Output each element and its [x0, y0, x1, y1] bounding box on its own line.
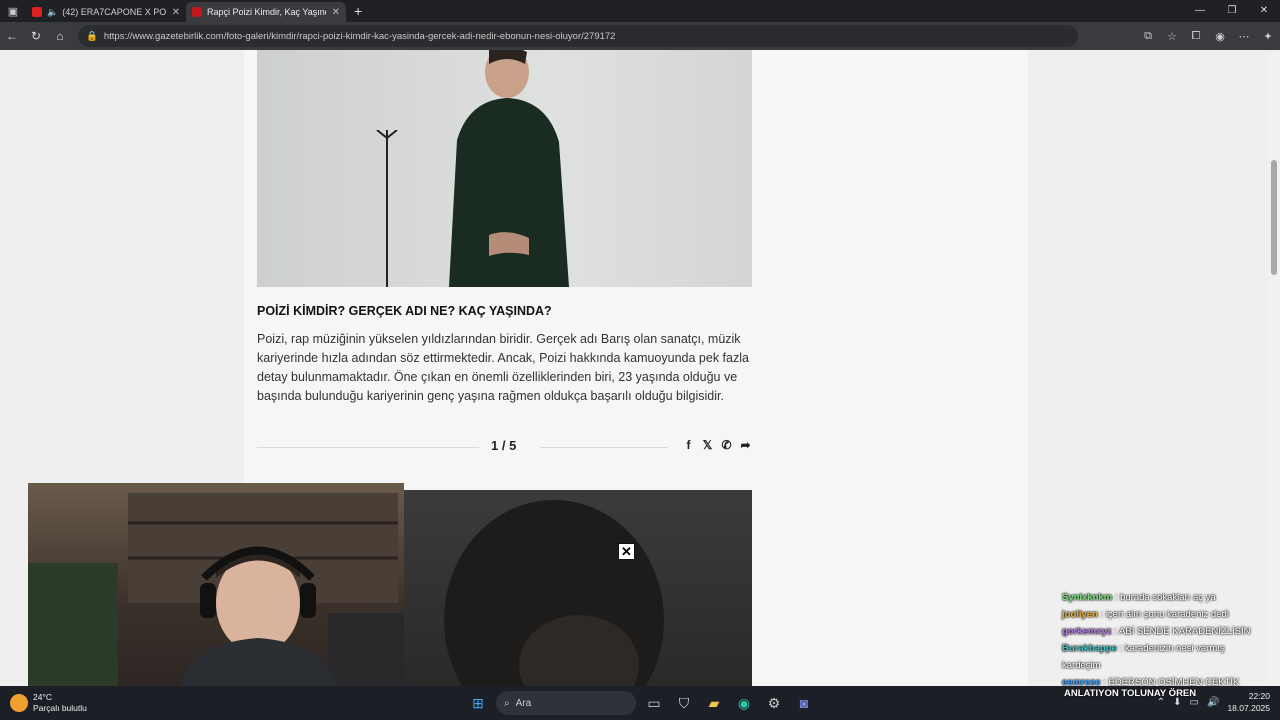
- weather-text: 24°C Parçalı bulutlu: [33, 692, 87, 714]
- copilot-icon[interactable]: ✦: [1256, 30, 1280, 43]
- dark-portrait-shape: [444, 500, 664, 686]
- weather-widget[interactable]: 24°C Parçalı bulutlu: [10, 692, 87, 714]
- close-tab-icon[interactable]: ✕: [332, 7, 340, 18]
- refresh-icon[interactable]: ↻: [24, 29, 48, 43]
- weather-desc: Parçalı bulutlu: [33, 703, 87, 713]
- store-icon[interactable]: ⛉: [672, 691, 696, 715]
- tab-title: Rapçi Poizi Kimdir, Kaç Yaşında, G: [207, 7, 326, 17]
- more-menu-icon[interactable]: ⋯: [1232, 30, 1256, 43]
- collections-icon[interactable]: ⧠: [1184, 30, 1208, 43]
- taskbar-search[interactable]: ⌕ Ara: [496, 691, 636, 715]
- article-headline: POİZİ KİMDİR? GERÇEK ADI NE? KAÇ YAŞINDA…: [257, 304, 552, 318]
- restore-icon[interactable]: ❐: [1216, 0, 1248, 22]
- chat-message: Synixknkm : burada sokakları aç ya: [1062, 589, 1252, 606]
- divider-left: [257, 447, 479, 448]
- audio-playing-icon[interactable]: 🔈: [47, 7, 58, 18]
- file-explorer-icon[interactable]: ▰: [702, 691, 726, 715]
- home-icon[interactable]: ⌂: [48, 29, 72, 43]
- favorites-icon[interactable]: ☆: [1160, 30, 1184, 43]
- tab-gazetebirlik[interactable]: Rapçi Poizi Kimdir, Kaç Yaşında, G ✕: [186, 2, 346, 22]
- whatsapp-share-icon[interactable]: ✆: [720, 438, 733, 452]
- url-input[interactable]: 🔒 https://www.gazetebirlik.com/foto-gale…: [78, 25, 1078, 47]
- close-ad-button[interactable]: ✕: [618, 543, 635, 560]
- page-scrollbar[interactable]: [1268, 50, 1280, 686]
- weather-icon: [10, 694, 28, 712]
- address-bar: ← ↻ ⌂ 🔒 https://www.gazetebirlik.com/fot…: [0, 22, 1280, 50]
- share-buttons: f 𝕏 ✆ ➦: [682, 438, 752, 452]
- back-icon[interactable]: ←: [0, 29, 24, 43]
- profile-icon[interactable]: ◉: [1208, 30, 1232, 43]
- chat-message: Burakbappe : karadenizin nesi varmış kar…: [1062, 640, 1252, 674]
- discord-icon[interactable]: ◙: [792, 691, 816, 715]
- window-controls: — ❐ ✕: [1184, 0, 1280, 22]
- minimize-icon[interactable]: —: [1184, 0, 1216, 22]
- url-text: https://www.gazetebirlik.com/foto-galeri…: [103, 30, 616, 42]
- youtube-favicon-icon: [32, 7, 42, 17]
- chat-text: : ABİ SENDE KARADENİZLİSİN: [1114, 626, 1251, 637]
- clock-time: 22:20: [1248, 691, 1270, 701]
- browser-toolbar: ⧉ ☆ ⧠ ◉ ⋯ ✦: [1136, 22, 1280, 50]
- site-favicon-icon: [192, 7, 202, 17]
- chat-username: jooliyen: [1062, 609, 1098, 620]
- chat-message: gorkemxyz : ABİ SENDE KARADENİZLİSİN: [1062, 623, 1252, 640]
- chat-text: : burada sokakları aç ya: [1114, 592, 1216, 603]
- chat-username: Synixknkm: [1062, 592, 1113, 603]
- share-icon[interactable]: ➦: [739, 438, 752, 452]
- clock-date: 18.07.2025: [1227, 703, 1270, 713]
- taskbar-apps: ⊞ ⌕ Ara ▭ ⛉ ▰ ◉ ⚙ ◙: [466, 691, 816, 715]
- streamer-webcam-image: [28, 493, 404, 693]
- gallery-photo-1: [257, 50, 752, 287]
- start-icon[interactable]: ⊞: [466, 691, 490, 715]
- extensions-icon[interactable]: ⧉: [1136, 30, 1160, 43]
- chat-message: jooliyen : içeri alın şunu karadeniz ded…: [1062, 606, 1252, 623]
- chat-text: : içeri alın şunu karadeniz dedi: [1100, 609, 1229, 620]
- page-counter: 1 / 5: [491, 438, 517, 453]
- coat-rack-shape: [376, 130, 398, 287]
- clock[interactable]: 22:20 18.07.2025: [1227, 690, 1270, 714]
- gallery-photo-2: [404, 490, 752, 686]
- webcam-overlay: [28, 483, 404, 693]
- chat-username: Burakbappe: [1062, 643, 1117, 654]
- weather-temp: 24°C: [33, 692, 52, 702]
- search-icon: ⌕: [504, 697, 510, 709]
- article-body: Poizi, rap müziğinin yükselen yıldızları…: [257, 332, 749, 403]
- chat-username: gorkemxyz: [1062, 626, 1112, 637]
- search-placeholder: Ara: [515, 697, 532, 709]
- stream-overlay-caption: ANLATIYON TOLUNAY ÖREN: [1064, 688, 1197, 699]
- app-icon[interactable]: ⚙: [762, 691, 786, 715]
- new-tab-icon[interactable]: +: [354, 3, 362, 19]
- close-window-icon[interactable]: ✕: [1248, 0, 1280, 22]
- close-tab-icon[interactable]: ✕: [172, 7, 180, 18]
- tab-actions-icon[interactable]: ▣: [0, 5, 26, 18]
- tab-title: (42) ERA7CAPONE X POIZI -: [62, 7, 166, 17]
- scrollbar-thumb[interactable]: [1271, 160, 1277, 275]
- lock-icon[interactable]: 🔒: [86, 31, 98, 42]
- person-silhouette: [449, 50, 569, 287]
- gallery-pager: 1 / 5 f 𝕏 ✆ ➦: [257, 438, 752, 458]
- facebook-share-icon[interactable]: f: [682, 438, 695, 452]
- x-share-icon[interactable]: 𝕏: [701, 438, 714, 452]
- task-view-icon[interactable]: ▭: [642, 691, 666, 715]
- tab-youtube[interactable]: 🔈 (42) ERA7CAPONE X POIZI - ✕: [26, 2, 186, 22]
- tab-bar: ▣ 🔈 (42) ERA7CAPONE X POIZI - ✕ Rapçi Po…: [0, 0, 1280, 22]
- edge-browser-icon[interactable]: ◉: [732, 691, 756, 715]
- divider-right: [540, 447, 668, 448]
- volume-icon[interactable]: 🔊: [1207, 697, 1219, 708]
